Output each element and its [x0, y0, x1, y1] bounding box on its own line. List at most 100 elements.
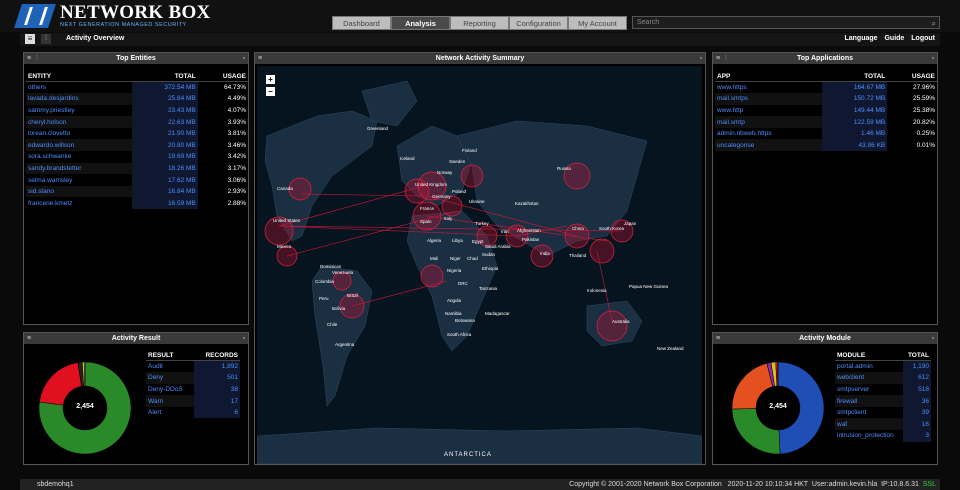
map-label: Norway: [437, 170, 453, 175]
tab-analysis[interactable]: Analysis: [391, 16, 450, 30]
col-app[interactable]: APP: [715, 72, 823, 82]
result-row[interactable]: Audit 1,892: [146, 360, 240, 373]
result-row[interactable]: Deny-DDoS 38: [146, 383, 240, 396]
row-name-link[interactable]: waf: [835, 418, 903, 431]
app-row[interactable]: uncategorise 43.96 KB 0.01%: [715, 139, 937, 152]
col-total[interactable]: TOTAL: [132, 72, 198, 82]
zoom-out-button[interactable]: −: [266, 87, 275, 96]
language-link[interactable]: Language: [844, 35, 877, 42]
col-usage[interactable]: USAGE: [887, 72, 937, 82]
maximize-icon[interactable]: ▫: [700, 53, 702, 64]
row-name-link[interactable]: firewall: [835, 395, 903, 407]
network-box-logo[interactable]: NETWORK BOX NEXT GENERATION MANAGED SECU…: [14, 3, 211, 28]
maximize-icon[interactable]: ▫: [243, 53, 245, 64]
entity-row[interactable]: sammy.priestley 23.43 MB 4.07%: [26, 104, 248, 117]
module-row[interactable]: firewall 36: [835, 395, 931, 407]
entity-row[interactable]: lorean.clovetto 21.90 MB 3.81%: [26, 127, 248, 140]
module-row[interactable]: waf 16: [835, 418, 931, 431]
row-name-link[interactable]: smtpclient: [835, 407, 903, 419]
search-input[interactable]: Search ⌕: [632, 16, 940, 29]
app-row[interactable]: admin.nbweb.https 1.46 MB 0.25%: [715, 127, 937, 140]
tab-configuration[interactable]: Configuration: [509, 16, 568, 30]
row-name-link[interactable]: Deny-DDoS: [146, 384, 194, 396]
row-name-link[interactable]: Warn: [146, 395, 195, 407]
result-row[interactable]: Alert 6: [146, 406, 240, 419]
result-row[interactable]: Warn 17: [146, 395, 240, 407]
col-entity[interactable]: ENTITY: [26, 72, 133, 82]
zoom-in-button[interactable]: +: [266, 75, 275, 84]
maximize-icon[interactable]: ▫: [932, 53, 934, 64]
entity-row[interactable]: sandy.brandstetter 18.26 MB 3.17%: [26, 162, 248, 175]
tab-dashboard[interactable]: Dashboard: [332, 16, 391, 30]
row-name-link[interactable]: www.https: [715, 82, 822, 94]
col-usage[interactable]: USAGE: [197, 72, 248, 82]
row-name-link[interactable]: smtpserver: [835, 384, 903, 396]
row-name-link[interactable]: sammy.priestley: [26, 105, 132, 117]
search-icon[interactable]: ⌕: [932, 18, 936, 29]
entity-row[interactable]: cheryl.holson 22.63 MB 3.93%: [26, 116, 248, 128]
filter-icon[interactable]: ⫶: [725, 53, 727, 64]
filter-icon[interactable]: ⫶: [36, 53, 38, 64]
maximize-icon[interactable]: ▫: [243, 333, 245, 344]
world-map[interactable]: Greenland Iceland Finland Sweden Norway …: [257, 66, 702, 464]
col-total[interactable]: TOTAL: [902, 351, 931, 361]
donut-slice[interactable]: [84, 361, 86, 387]
app-row[interactable]: mail.smtps 150.72 MB 25.59%: [715, 93, 937, 105]
row-name-link[interactable]: mail.smtps: [715, 93, 823, 105]
row-name-link[interactable]: Audit: [146, 361, 194, 373]
menu-icon[interactable]: ≡: [27, 53, 31, 64]
row-name-link[interactable]: Deny: [146, 372, 195, 384]
row-name-link[interactable]: selma.wamsley: [26, 174, 132, 186]
module-row[interactable]: intrusion_protection 3: [835, 430, 931, 442]
row-name-link[interactable]: www.http: [715, 105, 822, 117]
row-name-link[interactable]: sandy.brandstetter: [26, 162, 133, 175]
row-name-link[interactable]: sora.schwanke: [26, 151, 132, 163]
app-row[interactable]: www.http 149.44 MB 25.38%: [715, 104, 937, 117]
row-name-link[interactable]: admin.nbweb.https: [715, 128, 822, 140]
entity-row[interactable]: sid.stano 16.84 MB 2.93%: [26, 185, 248, 198]
entity-row[interactable]: sora.schwanke 19.69 MB 3.42%: [26, 151, 248, 163]
module-row[interactable]: smtpserver 518: [835, 383, 931, 396]
row-name-link[interactable]: lavada.desjardins: [26, 93, 133, 105]
menu-icon[interactable]: ≡: [716, 333, 720, 344]
row-name-link[interactable]: mail.smtp: [715, 116, 823, 128]
footer-info: Copyright © 2001-2020 Network Box Corpor…: [569, 479, 936, 490]
logout-link[interactable]: Logout: [911, 35, 935, 42]
row-name-link[interactable]: edwardo.willson: [26, 139, 133, 152]
tab-reporting[interactable]: Reporting: [450, 16, 509, 30]
row-name-link[interactable]: francene.kmetz: [26, 197, 132, 209]
filter-sliders-icon[interactable]: ⫶: [41, 34, 51, 44]
row-name-link[interactable]: webclient: [835, 372, 903, 384]
maximize-icon[interactable]: ▫: [932, 333, 934, 344]
entity-row[interactable]: lavada.desjardins 25.84 MB 4.49%: [26, 93, 248, 105]
activity-result-panel: ≡ Activity Result ▫ 2,454 RESULT RECORDS…: [23, 332, 249, 465]
col-module[interactable]: MODULE: [835, 351, 903, 361]
entity-row[interactable]: selma.wamsley 17.62 MB 3.06%: [26, 174, 248, 186]
row-name-link[interactable]: cheryl.holson: [26, 116, 133, 128]
guide-link[interactable]: Guide: [884, 35, 904, 42]
module-row[interactable]: webclient 612: [835, 372, 931, 384]
app-row[interactable]: www.https 164.67 MB 27.96%: [715, 81, 937, 94]
tab-my-account[interactable]: My Account: [568, 16, 627, 30]
row-name-link[interactable]: intrusion_protection: [835, 430, 903, 442]
entity-row[interactable]: edwardo.willson 20.80 MB 3.46%: [26, 139, 248, 152]
module-row[interactable]: portal.admin 1,190: [835, 360, 931, 373]
row-name-link[interactable]: uncategorise: [715, 139, 823, 152]
entity-row[interactable]: others 372.54 MB 64.73%: [26, 81, 248, 94]
hamburger-menu-icon[interactable]: ≡: [25, 34, 35, 44]
menu-icon[interactable]: ≡: [258, 53, 262, 64]
col-result[interactable]: RESULT: [146, 351, 195, 361]
module-row[interactable]: smtpclient 39: [835, 406, 931, 419]
row-name-link[interactable]: others: [26, 82, 132, 94]
row-name-link[interactable]: portal.admin: [835, 361, 903, 373]
entity-row[interactable]: francene.kmetz 16.59 MB 2.88%: [26, 197, 248, 210]
app-row[interactable]: mail.smtp 122.59 MB 20.82%: [715, 116, 937, 128]
menu-icon[interactable]: ≡: [716, 53, 720, 64]
menu-icon[interactable]: ≡: [27, 333, 31, 344]
result-row[interactable]: Deny 501: [146, 372, 240, 384]
row-name-link[interactable]: Alert: [146, 407, 194, 419]
col-records[interactable]: RECORDS: [194, 351, 240, 361]
col-total[interactable]: TOTAL: [822, 72, 888, 82]
row-name-link[interactable]: lorean.clovetto: [26, 128, 132, 140]
row-name-link[interactable]: sid.stano: [26, 185, 133, 198]
